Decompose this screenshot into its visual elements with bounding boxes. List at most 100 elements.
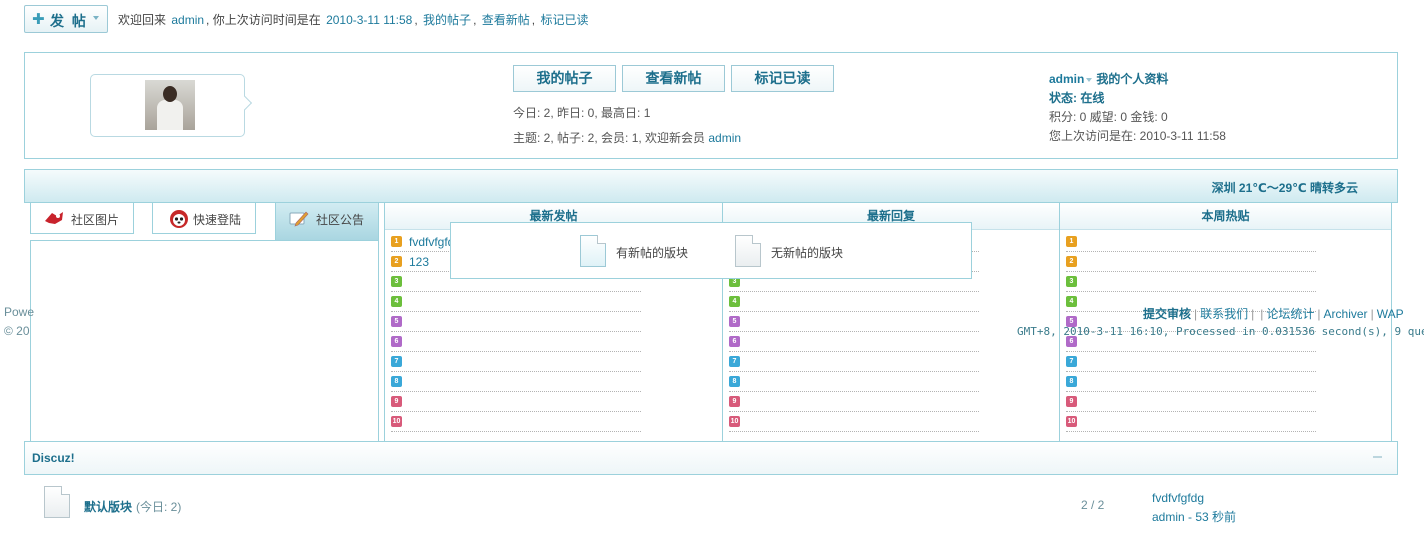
- list-item: 5: [729, 312, 979, 332]
- last-post-author[interactable]: admin - 53 秒前: [1152, 510, 1236, 524]
- rank-badge: 9: [1066, 396, 1077, 407]
- archiver-link[interactable]: Archiver: [1324, 307, 1368, 321]
- list-item: 8: [391, 372, 641, 392]
- user-points: 积分: 0 威望: 0 金钱: 0: [1049, 110, 1168, 124]
- forum-legend-popup: 有新帖的版块 无新帖的版块: [450, 222, 972, 279]
- rank-badge: 9: [391, 396, 402, 407]
- new-posts-forum-icon: [580, 235, 606, 267]
- tab-community-pictures[interactable]: 社区图片: [30, 202, 134, 234]
- legend-new: 有新帖的版块: [616, 246, 689, 260]
- mark-read-button[interactable]: 标记已读: [731, 65, 834, 92]
- user-status: 状态: 在线: [1049, 91, 1105, 105]
- rank-badge: 1: [391, 236, 402, 247]
- tab-quick-login[interactable]: 快速登陆: [152, 202, 256, 234]
- user-info: admin 我的个人资料 状态: 在线 积分: 0 威望: 0 金钱: 0 您上次…: [1049, 70, 1226, 146]
- tab-announcements[interactable]: 社区公告: [275, 202, 379, 240]
- visit-time: 2010-3-11 11:58: [326, 13, 413, 27]
- forum-stats: 主题: 2, 帖子: 2, 会员: 1, 欢迎新会员 admin: [513, 129, 741, 146]
- tab-label: 社区公告: [316, 213, 365, 227]
- new-posts-button[interactable]: 查看新帖: [622, 65, 725, 92]
- rank-badge: 5: [391, 316, 402, 327]
- rank-badge: 10: [391, 416, 402, 427]
- wap-link[interactable]: WAP: [1377, 307, 1404, 321]
- category-title[interactable]: Discuz!: [32, 451, 75, 465]
- new-posts-link[interactable]: 查看新帖: [482, 13, 530, 27]
- chevron-down-icon[interactable]: [93, 16, 99, 20]
- contact-link[interactable]: 联系我们: [1200, 307, 1248, 321]
- no-new-posts-forum-icon: [735, 235, 761, 267]
- forum-stats-text: 主题: 2, 帖子: 2, 会员: 1, 欢迎新会员: [513, 131, 706, 145]
- rank-badge: 10: [729, 416, 740, 427]
- list-item: 3: [1066, 272, 1316, 292]
- user-last-visit: 您上次访问是在: 2010-3-11 11:58: [1049, 129, 1226, 143]
- avatar[interactable]: [145, 80, 195, 130]
- post-title-link[interactable]: 123: [409, 255, 429, 269]
- new-post-label: 发 帖: [50, 13, 88, 29]
- processed-time: GMT+8, 2010-3-11 16:10, Processed in 0.0…: [1017, 325, 1424, 338]
- category-header: [24, 441, 1398, 475]
- weekly-hot-header: 本周热贴: [1060, 203, 1391, 230]
- rank-badge: 9: [729, 396, 740, 407]
- list-item: 6: [391, 332, 641, 352]
- rank-badge: 3: [391, 276, 402, 287]
- powered-by: Powe: [4, 305, 35, 319]
- forum-stats-link[interactable]: 论坛统计: [1266, 307, 1314, 321]
- profile-link[interactable]: 我的个人资料: [1096, 72, 1168, 86]
- tab-label: 快速登陆: [193, 213, 242, 227]
- plus-icon: ✚: [32, 11, 45, 28]
- rank-badge: 1: [1066, 236, 1077, 247]
- rank-badge: 10: [1066, 416, 1077, 427]
- list-item: 7: [391, 352, 641, 372]
- list-item: 7: [729, 352, 979, 372]
- daily-stats: 今日: 2, 昨日: 0, 最高日: 1: [513, 106, 651, 120]
- weather-text: 深圳 21℃～29℃ 晴转多云: [1211, 181, 1358, 195]
- list-item: 10: [729, 412, 979, 432]
- list-item: 10: [1066, 412, 1316, 432]
- weather-bar: [24, 169, 1398, 203]
- collapse-icon[interactable]: [1373, 456, 1382, 458]
- list-item: 6: [729, 332, 979, 352]
- my-posts-button[interactable]: 我的帖子: [513, 65, 616, 92]
- last-post: fvdfvfgfdg admin - 53 秒前: [1152, 489, 1236, 527]
- forum-status-icon: [44, 486, 70, 518]
- list-item: 7: [1066, 352, 1316, 372]
- rank-badge: 7: [1066, 356, 1077, 367]
- copyright: © 20: [4, 324, 30, 338]
- rank-badge: 7: [391, 356, 402, 367]
- footer-links: 提交审核 | 联系我们 | | 论坛统计 | Archiver | WAP: [1143, 307, 1404, 321]
- username-link[interactable]: admin: [171, 13, 204, 27]
- list-item: 4: [391, 292, 641, 312]
- rank-badge: 2: [1066, 256, 1077, 267]
- rank-badge: 3: [1066, 276, 1077, 287]
- list-item: 8: [1066, 372, 1316, 392]
- list-item: 1: [1066, 232, 1316, 252]
- welcome-line: 欢迎回来 admin, 你上次访问时间是在 2010-3-11 11:58, 我…: [118, 13, 589, 27]
- list-item: 9: [729, 392, 979, 412]
- tab-label: 社区图片: [71, 213, 120, 227]
- list-item: 9: [1066, 392, 1316, 412]
- mark-read-link[interactable]: 标记已读: [540, 13, 588, 27]
- new-member-link[interactable]: admin: [708, 131, 741, 145]
- list-item: 2: [1066, 252, 1316, 272]
- user-menu[interactable]: admin: [1049, 72, 1084, 86]
- rank-badge: 6: [391, 336, 402, 347]
- list-item: 4: [729, 292, 979, 312]
- list-item: 8: [729, 372, 979, 392]
- rank-badge: 4: [1066, 296, 1077, 307]
- legend-none: 无新帖的版块: [771, 246, 844, 260]
- new-post-button[interactable]: ✚ 发 帖: [24, 5, 108, 33]
- last-post-link[interactable]: fvdfvfgfdg: [1152, 491, 1204, 505]
- submit-review-link[interactable]: 提交审核: [1143, 307, 1191, 321]
- caret-down-icon[interactable]: [1086, 78, 1093, 82]
- rank-badge: 4: [729, 296, 740, 307]
- pencil-icon: [288, 210, 309, 227]
- my-posts-link[interactable]: 我的帖子: [423, 13, 471, 27]
- forum-today: (今日: 2): [136, 500, 182, 514]
- list-item: 10: [391, 412, 641, 432]
- list-item: 5: [391, 312, 641, 332]
- panda-icon: [169, 209, 188, 228]
- rank-badge: 2: [391, 256, 402, 267]
- announcement-panel: [30, 240, 379, 442]
- forum-link[interactable]: 默认版块: [84, 500, 132, 514]
- list-item: 9: [391, 392, 641, 412]
